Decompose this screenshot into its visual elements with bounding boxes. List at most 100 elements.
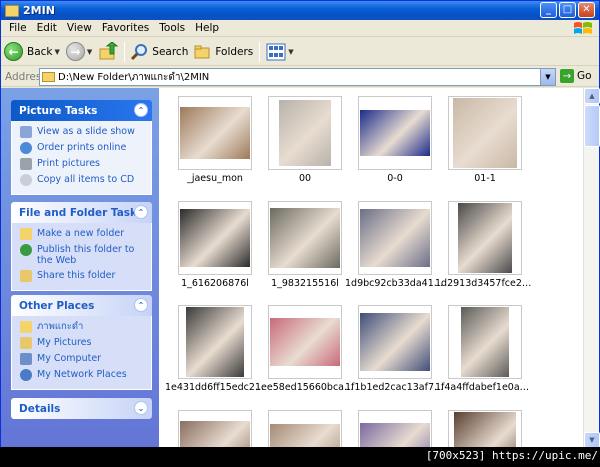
thumbnail-image xyxy=(453,98,517,168)
printer-icon xyxy=(20,158,32,170)
scroll-thumb[interactable] xyxy=(584,105,600,147)
thumbnail-caption: 1d9bc92cb33da41c35... xyxy=(345,278,445,289)
thumbnail-frame xyxy=(178,305,252,379)
maximize-button[interactable]: □ xyxy=(559,2,576,18)
windows-logo-icon xyxy=(574,22,592,34)
thumbnail-frame xyxy=(268,410,342,448)
collapse-chevron-icon[interactable]: ⌃ xyxy=(134,205,148,219)
task-slide-show[interactable]: View as a slide show xyxy=(20,126,147,138)
thumbnail-caption: 1f1b1ed2cac13af7a8... xyxy=(345,382,445,393)
forward-arrow-icon: → xyxy=(65,42,85,61)
task-print-pictures[interactable]: Print pictures xyxy=(20,158,147,170)
address-dropdown-button[interactable]: ▼ xyxy=(540,69,555,85)
task-new-folder[interactable]: Make a new folder xyxy=(20,228,147,240)
thumbnail-caption: 00 xyxy=(298,173,312,184)
thumbnail-image xyxy=(458,203,512,273)
task-label: Order prints online xyxy=(37,142,127,153)
task-share-folder[interactable]: Share this folder xyxy=(20,270,147,282)
thumbnail-caption: 1f4a4ffdabef1e0a082... xyxy=(435,382,535,393)
place-my-computer[interactable]: My Computer xyxy=(20,353,147,365)
share-folder-icon xyxy=(20,270,32,282)
thumbnail-frame xyxy=(178,201,252,275)
file-list-view[interactable]: _jaesu_mon 00 0-0 01-1 1_616206876l 1_9832155… xyxy=(159,88,583,448)
task-label: My Computer xyxy=(37,353,102,364)
minimize-button[interactable]: _ xyxy=(540,2,557,18)
search-button[interactable]: Search xyxy=(128,40,191,64)
thumbnail-frame xyxy=(268,96,342,170)
menu-tools[interactable]: Tools xyxy=(159,22,185,34)
menu-file[interactable]: File xyxy=(9,22,27,34)
thumbnail-image xyxy=(360,209,430,267)
task-label: Copy all items to CD xyxy=(37,174,135,185)
menu-favorites[interactable]: Favorites xyxy=(102,22,149,34)
watermark-text: [700x523] https://upic.me/ xyxy=(425,449,598,462)
file-folder-tasks-header[interactable]: File and Folder Tasks ⌃ xyxy=(11,202,152,223)
thumbnail-image xyxy=(270,424,340,448)
address-input[interactable]: D:\New Folder\ภาพแกะดำ\2MIN ▼ xyxy=(39,68,556,86)
thumbnail-image xyxy=(180,421,250,448)
menu-help[interactable]: Help xyxy=(195,22,219,34)
up-folder-button[interactable] xyxy=(95,40,121,64)
address-value: D:\New Folder\ภาพแกะดำ\2MIN xyxy=(58,71,210,83)
thumbnail-caption: 1ee58ed15660bca7a... xyxy=(255,382,355,393)
menu-edit[interactable]: Edit xyxy=(37,22,57,34)
task-order-prints[interactable]: Order prints online xyxy=(20,142,147,154)
thumbnail-image xyxy=(186,307,244,377)
back-button[interactable]: ← Back ▼ xyxy=(1,40,63,64)
window-title: 2MIN xyxy=(23,4,55,17)
back-label: Back xyxy=(27,45,53,58)
thumbnail-frame xyxy=(358,410,432,448)
collapse-chevron-icon[interactable]: ⌃ xyxy=(134,103,148,117)
folders-button[interactable]: Folders xyxy=(191,40,256,64)
views-button[interactable]: ▼ xyxy=(263,40,296,64)
place-my-pictures[interactable]: My Pictures xyxy=(20,337,147,349)
menu-bar: File Edit View Favorites Tools Help xyxy=(1,20,599,37)
chevron-down-icon[interactable]: ▼ xyxy=(87,48,92,56)
thumbnail-image xyxy=(270,208,340,268)
thumbnail-image xyxy=(454,412,516,448)
toolbar-separator xyxy=(259,41,261,62)
close-button[interactable]: ✕ xyxy=(578,2,595,18)
go-button[interactable]: → Go xyxy=(560,69,592,83)
folders-label: Folders xyxy=(215,45,254,58)
title-bar[interactable]: 2MIN _ □ ✕ xyxy=(1,1,599,20)
scroll-down-button[interactable]: ▼ xyxy=(584,432,600,448)
details-panel: Details ⌄ xyxy=(11,398,152,419)
thumbnail-caption: 0-0 xyxy=(387,173,403,184)
place-my-network[interactable]: My Network Places xyxy=(20,369,147,381)
collapse-chevron-icon[interactable]: ⌃ xyxy=(134,298,148,312)
thumbnail-image xyxy=(461,307,509,377)
chevron-down-icon[interactable]: ▼ xyxy=(288,48,293,56)
task-label: My Pictures xyxy=(37,337,92,348)
thumbnail-image xyxy=(279,100,331,166)
thumbnail-frame xyxy=(178,410,252,448)
thumbnail-frame xyxy=(448,201,522,275)
picture-tasks-header[interactable]: Picture Tasks ⌃ xyxy=(11,100,152,121)
menu-view[interactable]: View xyxy=(67,22,92,34)
details-header[interactable]: Details ⌄ xyxy=(11,398,152,419)
thumbnail-caption: 1d2913d3457fce2597... xyxy=(435,278,535,289)
views-grid-icon xyxy=(266,43,286,60)
vertical-scrollbar[interactable]: ▲ ▼ xyxy=(583,88,600,448)
folder-icon xyxy=(20,321,32,333)
thumbnail-caption: 1_983215516l xyxy=(271,278,339,289)
expand-chevron-icon[interactable]: ⌄ xyxy=(134,401,148,415)
other-places-header[interactable]: Other Places ⌃ xyxy=(11,295,152,316)
place-parent-folder[interactable]: ภาพแกะดำ xyxy=(20,321,147,333)
scroll-up-button[interactable]: ▲ xyxy=(584,88,600,104)
folder-icon xyxy=(5,4,19,17)
forward-button[interactable]: → ▼ xyxy=(63,40,95,64)
thumbnail-frame xyxy=(358,96,432,170)
other-places-panel: Other Places ⌃ ภาพแกะดำ My Pictures My C… xyxy=(11,295,152,390)
file-folder-tasks-panel: File and Folder Tasks ⌃ Make a new folde… xyxy=(11,202,152,291)
thumbnail-frame xyxy=(448,410,522,448)
thumbnail-frame xyxy=(268,305,342,379)
task-publish-web[interactable]: Publish this folder to the Web xyxy=(20,244,147,266)
network-icon xyxy=(20,369,32,381)
search-label: Search xyxy=(152,45,189,58)
task-pane: Picture Tasks ⌃ View as a slide show Ord… xyxy=(1,88,159,448)
task-copy-to-cd[interactable]: Copy all items to CD xyxy=(20,174,147,186)
cd-icon xyxy=(20,174,32,186)
back-arrow-icon: ← xyxy=(4,42,23,61)
chevron-down-icon[interactable]: ▼ xyxy=(55,48,60,56)
